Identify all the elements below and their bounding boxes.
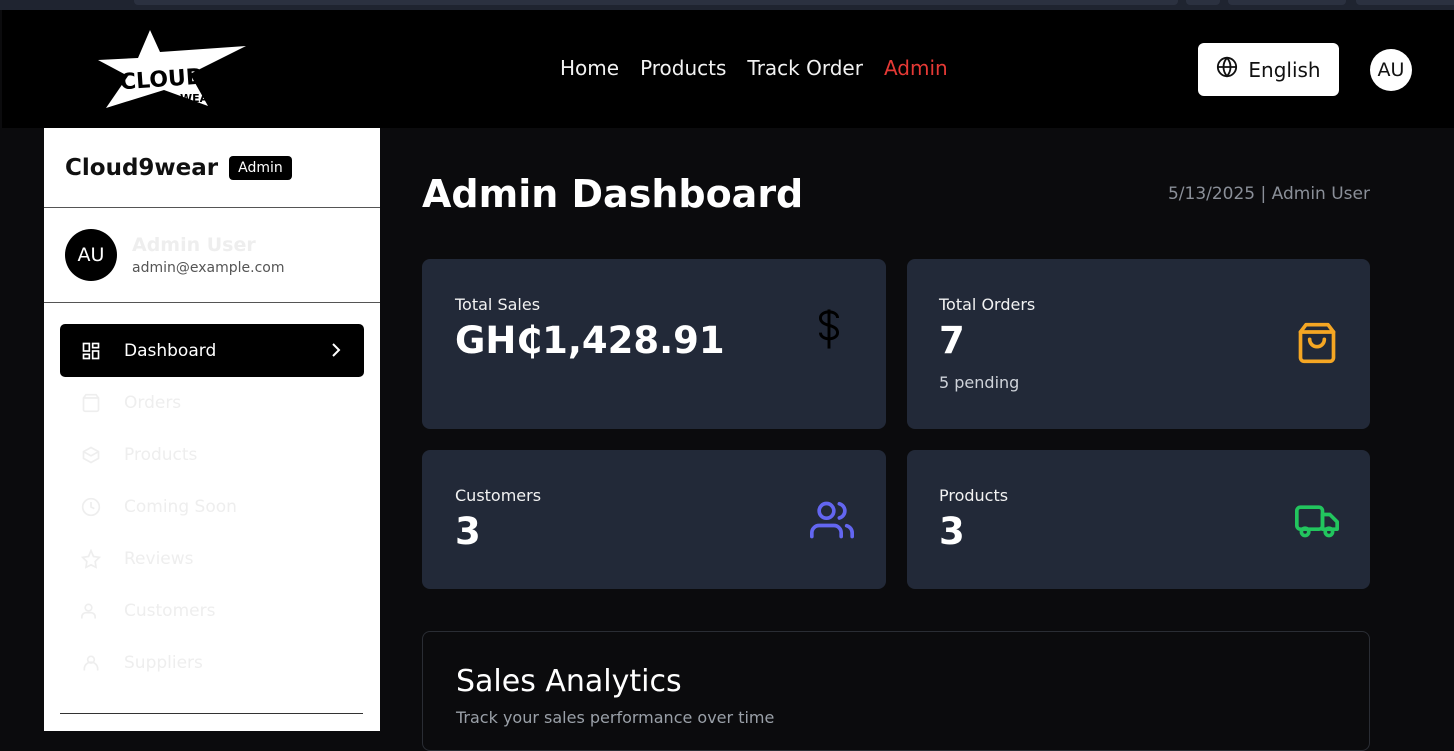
sidebar-brand: Cloud9wear (65, 154, 219, 181)
sidebar-user-email: admin@example.com (132, 260, 285, 276)
sidebar-item-label: Reviews (124, 549, 194, 569)
card-subtext: 5 pending (939, 373, 1020, 392)
browser-toolbar-strip (0, 0, 1454, 10)
nav-products-link[interactable]: Products (640, 56, 726, 80)
users-icon (810, 498, 854, 546)
globe-icon (1216, 56, 1238, 83)
box-icon (80, 444, 102, 466)
card-label: Products (939, 486, 1009, 505)
sidebar-avatar: AU (65, 229, 117, 281)
sidebar-item-label: Suppliers (124, 653, 203, 673)
sidebar-item-suppliers[interactable]: Suppliers (60, 637, 364, 689)
sidebar-divider (60, 713, 363, 714)
sidebar-item-products[interactable]: Products (60, 429, 364, 481)
sidebar-user: AU Admin User admin@example.com (44, 208, 380, 303)
chevron-right-icon (330, 340, 342, 365)
card-label: Total Orders (939, 295, 1036, 314)
star-icon (80, 548, 102, 570)
card-value: 7 (939, 319, 965, 362)
sidebar-item-label: Coming Soon (124, 497, 237, 517)
sidebar-item-coming-soon[interactable]: Coming Soon (60, 481, 364, 533)
sidebar-item-customers[interactable]: Customers (60, 585, 364, 637)
sidebar-header: Cloud9wear Admin (44, 128, 380, 208)
language-label: English (1248, 57, 1321, 82)
admin-badge: Admin (229, 155, 292, 180)
sales-analytics-panel: Sales Analytics Track your sales perform… (422, 631, 1370, 751)
user-avatar[interactable]: AU (1370, 49, 1412, 91)
svg-text:WEAR: WEAR (180, 92, 217, 105)
sidebar-item-label: Dashboard (124, 340, 217, 361)
sidebar-item-label: Products (124, 445, 198, 465)
products-card: Products 3 (907, 450, 1370, 589)
truck-icon (1295, 498, 1339, 546)
customers-card: Customers 3 (422, 450, 886, 589)
sidebar-item-orders[interactable]: Orders (60, 377, 364, 429)
page-meta: 5/13/2025 | Admin User (1167, 184, 1370, 204)
users-icon (80, 600, 102, 622)
nav-admin-link[interactable]: Admin (884, 56, 948, 80)
card-label: Total Sales (455, 295, 541, 314)
nav-track-order-link[interactable]: Track Order (747, 56, 863, 80)
clock-icon (80, 496, 102, 518)
browser-button[interactable] (1228, 0, 1346, 5)
card-value: GH₵1,428.91 (455, 319, 725, 362)
address-bar[interactable] (134, 0, 1178, 5)
page-title: Admin Dashboard (422, 172, 804, 216)
main-nav: Home Products Track Order Admin (560, 56, 948, 80)
admin-sidebar: Cloud9wear Admin AU Admin User admin@exa… (44, 128, 380, 731)
sidebar-item-label: Orders (124, 393, 182, 413)
dollar-icon (814, 307, 844, 355)
card-label: Customers (455, 486, 542, 505)
nav-home-link[interactable]: Home (560, 56, 619, 80)
analytics-title: Sales Analytics (456, 664, 682, 699)
sidebar-menu: Dashboard Orders Products Coming Soon Re… (44, 303, 380, 689)
analytics-subtitle: Track your sales performance over time (456, 708, 775, 727)
bag-icon (80, 392, 102, 414)
browser-button[interactable] (1356, 0, 1454, 5)
shopping-bag-icon (1295, 321, 1339, 369)
sidebar-item-dashboard[interactable]: Dashboard (60, 324, 364, 377)
language-button[interactable]: English (1198, 43, 1339, 96)
card-value: 3 (939, 510, 965, 553)
top-navigation: CLOUD9. WEAR Home Products Track Order A… (2, 10, 1454, 128)
supplier-icon (80, 652, 102, 674)
sidebar-user-name: Admin User (132, 234, 256, 256)
grid-icon (80, 340, 102, 362)
total-orders-card: Total Orders 7 5 pending (907, 259, 1370, 429)
total-sales-card: Total Sales GH₵1,428.91 (422, 259, 886, 429)
card-value: 3 (455, 510, 481, 553)
sidebar-item-label: Customers (124, 601, 216, 621)
browser-button[interactable] (1186, 0, 1220, 5)
sidebar-item-reviews[interactable]: Reviews (60, 533, 364, 585)
cloud9-wear-logo[interactable]: CLOUD9. WEAR (98, 30, 248, 110)
